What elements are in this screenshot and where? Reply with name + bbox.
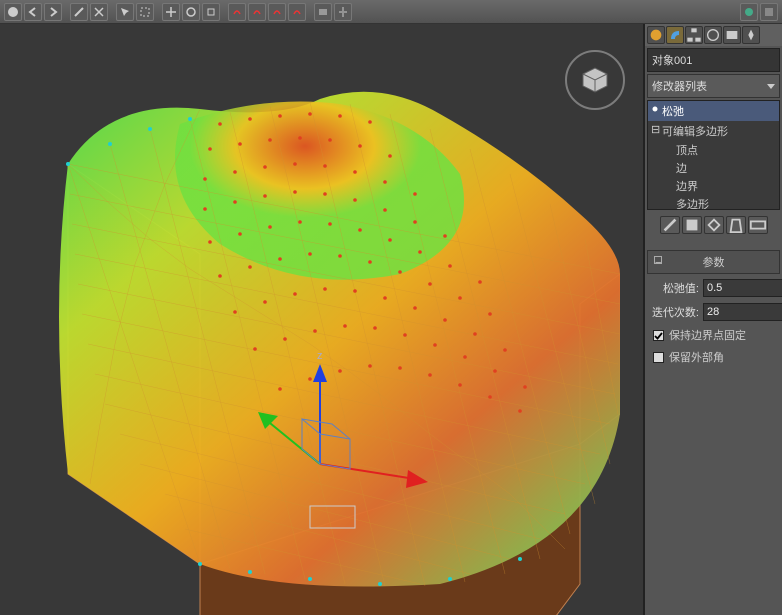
snap-3[interactable]	[268, 3, 286, 21]
tool-mirror[interactable]	[334, 3, 352, 21]
viewcube[interactable]	[565, 50, 625, 110]
tool-undo[interactable]	[24, 3, 42, 21]
tab-create[interactable]	[647, 26, 665, 44]
svg-text:z: z	[317, 350, 323, 362]
tab-utilities[interactable]	[742, 26, 760, 44]
panel-tabs	[645, 24, 782, 46]
tool-select[interactable]	[116, 3, 134, 21]
parameters-rollout-header[interactable]: − 参数	[647, 250, 780, 274]
remove-modifier-button[interactable]	[726, 216, 746, 234]
mesh-surface: z	[20, 64, 620, 615]
tab-modify[interactable]	[666, 26, 684, 44]
tool-redo[interactable]	[44, 3, 62, 21]
rollout-toggle-icon: −	[654, 256, 662, 264]
relax-value-row: 松弛值:	[645, 276, 782, 300]
configure-sets-button[interactable]	[748, 216, 768, 234]
tool-unlink[interactable]	[90, 3, 108, 21]
iterations-row: 迭代次数:	[645, 300, 782, 324]
keep-outer-row: 保留外部角	[645, 346, 782, 368]
tool-link[interactable]	[70, 3, 88, 21]
tool-rotate[interactable]	[182, 3, 200, 21]
subobj-vertex[interactable]: 顶点	[648, 141, 779, 159]
dropdown-arrow-icon	[767, 84, 775, 89]
make-unique-button[interactable]	[704, 216, 724, 234]
subobj-edge[interactable]: 边	[648, 159, 779, 177]
modifier-editable-poly[interactable]: ⊟ 可编辑多边形	[648, 121, 779, 141]
subobj-polygon[interactable]: 多边形	[648, 195, 779, 210]
snap-1[interactable]	[228, 3, 246, 21]
keep-boundary-label: 保持边界点固定	[669, 327, 746, 343]
tool-scale[interactable]	[202, 3, 220, 21]
viewport[interactable]: z	[0, 24, 644, 615]
tab-motion[interactable]	[704, 26, 722, 44]
parameters-title: 参数	[703, 257, 725, 269]
pin-stack-button[interactable]	[660, 216, 680, 234]
tool-sphere[interactable]	[4, 3, 22, 21]
iterations-label: 迭代次数:	[651, 304, 699, 320]
modifier-list-dropdown[interactable]: 修改器列表	[647, 74, 780, 98]
relax-value-input[interactable]	[703, 279, 782, 297]
snap-2[interactable]	[248, 3, 266, 21]
modifier-list-label: 修改器列表	[652, 78, 707, 94]
tool-named-sel[interactable]	[314, 3, 332, 21]
modifier-stack[interactable]: 松弛 ⊟ 可编辑多边形 顶点 边 边界 多边形 元素	[647, 100, 780, 210]
keep-outer-label: 保留外部角	[669, 349, 724, 365]
subobj-border[interactable]: 边界	[648, 177, 779, 195]
tool-render[interactable]	[740, 3, 758, 21]
tool-rect-select[interactable]	[136, 3, 154, 21]
snap-4[interactable]	[288, 3, 306, 21]
tab-hierarchy[interactable]	[685, 26, 703, 44]
iterations-input[interactable]	[703, 303, 782, 321]
keep-outer-checkbox[interactable]	[653, 352, 664, 363]
keep-boundary-checkbox[interactable]	[653, 330, 664, 341]
tab-display[interactable]	[723, 26, 741, 44]
modifier-stack-buttons	[645, 212, 782, 238]
command-panel: 对象001 修改器列表 松弛 ⊟ 可编辑多边形 顶点 边 边界 多边形 元素 −…	[644, 24, 782, 615]
tool-render-setup[interactable]	[760, 3, 778, 21]
show-end-result-button[interactable]	[682, 216, 702, 234]
modifier-relax[interactable]: 松弛	[648, 101, 779, 121]
main-toolbar	[0, 0, 782, 24]
keep-boundary-row: 保持边界点固定	[645, 324, 782, 346]
relax-value-label: 松弛值:	[651, 280, 699, 296]
tool-move[interactable]	[162, 3, 180, 21]
object-name-field[interactable]: 对象001	[647, 48, 780, 72]
